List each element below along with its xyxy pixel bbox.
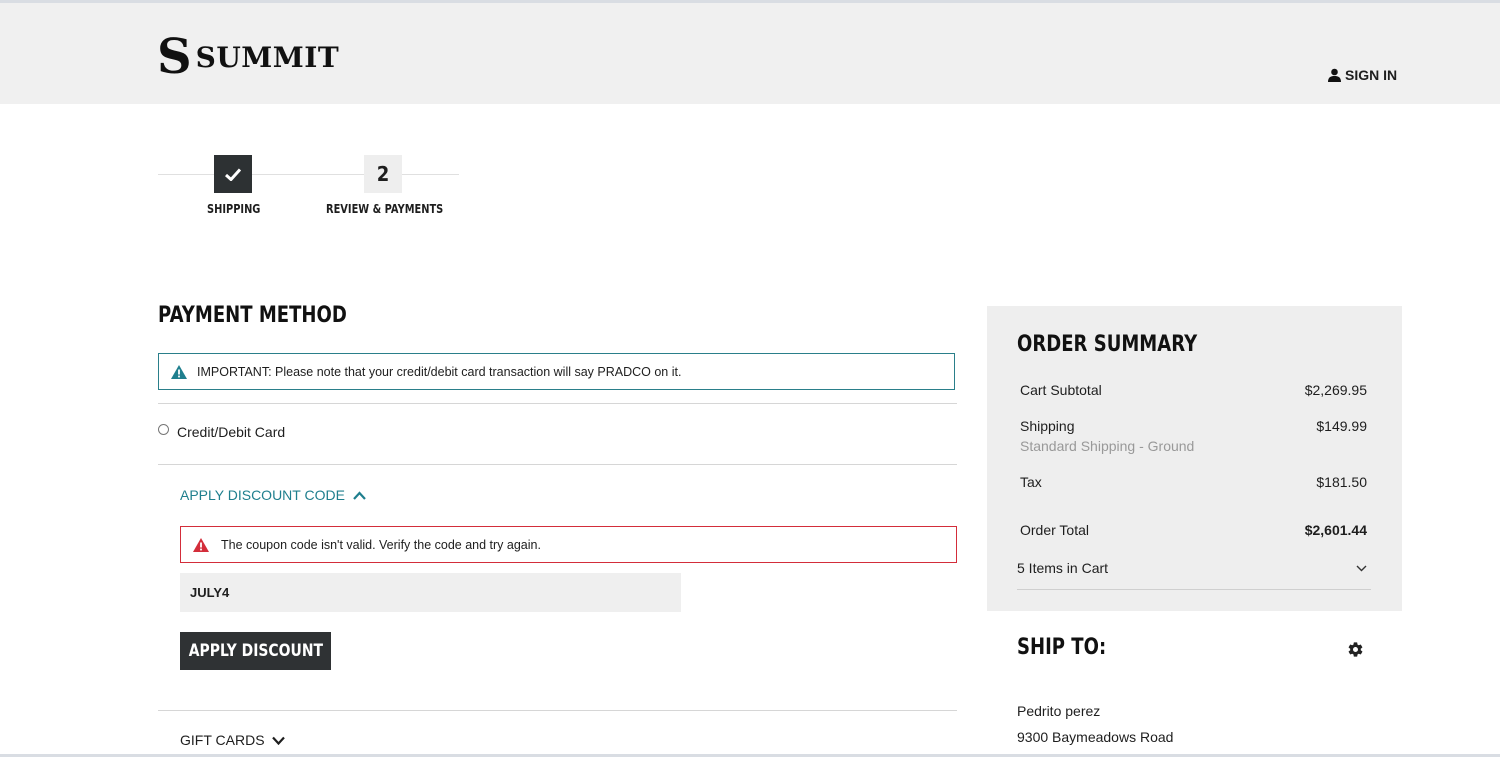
error-icon — [193, 537, 209, 552]
coupon-error-text: The coupon code isn't valid. Verify the … — [221, 537, 541, 552]
ship-to-name: Pedrito perez — [1017, 703, 1101, 719]
chevron-down-icon — [1356, 565, 1367, 571]
divider — [158, 710, 957, 711]
user-icon — [1328, 68, 1341, 82]
important-notice-text: IMPORTANT: Please note that your credit/… — [197, 364, 682, 379]
gift-cards-toggle[interactable]: GIFT CARDS — [180, 732, 285, 748]
payment-method-title: PAYMENT METHOD — [158, 303, 347, 328]
ship-to-street: 9300 Baymeadows Road — [1017, 729, 1174, 745]
items-in-cart-label: 5 Items in Cart — [1017, 560, 1109, 576]
ship-to-title: SHIP TO: — [1017, 635, 1107, 660]
apply-discount-button[interactable]: APPLY DISCOUNT — [180, 632, 331, 670]
apply-discount-button-label: APPLY DISCOUNT — [188, 641, 323, 661]
apply-discount-toggle[interactable]: APPLY DISCOUNT CODE — [180, 487, 366, 503]
shipping-row: Shipping $149.99 — [1020, 418, 1367, 434]
shipping-value: $149.99 — [1316, 418, 1367, 434]
checkmark-icon — [225, 167, 241, 181]
progress-line — [158, 174, 459, 175]
divider — [158, 403, 957, 404]
shipping-label: Shipping — [1020, 418, 1075, 434]
shipping-method: Standard Shipping - Ground — [1020, 438, 1195, 454]
logo-text: SUMMIT — [195, 40, 340, 74]
chevron-up-icon — [353, 490, 366, 500]
order-summary-title: ORDER SUMMARY — [1017, 332, 1198, 357]
gift-cards-label: GIFT CARDS — [180, 732, 265, 748]
divider — [158, 464, 957, 465]
order-total-value: $2,601.44 — [1304, 522, 1367, 538]
cart-subtotal-label: Cart Subtotal — [1020, 382, 1102, 398]
important-notice: IMPORTANT: Please note that your credit/… — [158, 353, 955, 390]
sign-in-link[interactable]: SIGN IN — [1328, 67, 1397, 83]
tax-value: $181.50 — [1316, 474, 1367, 490]
warning-icon — [171, 364, 187, 379]
sign-in-label: SIGN IN — [1345, 67, 1398, 83]
site-header: S SUMMIT SIGN IN — [0, 3, 1500, 104]
summary-divider — [1017, 589, 1371, 590]
chevron-down-icon — [271, 736, 285, 745]
cart-subtotal-row: Cart Subtotal $2,269.95 — [1020, 382, 1367, 398]
cart-subtotal-value: $2,269.95 — [1304, 382, 1367, 398]
step-review-indicator: 2 — [364, 155, 402, 193]
summit-logo[interactable]: S SUMMIT — [157, 33, 339, 81]
tax-row: Tax $181.50 — [1020, 474, 1367, 490]
order-total-label: Order Total — [1020, 522, 1089, 538]
step-shipping-indicator[interactable] — [214, 155, 252, 193]
items-in-cart-toggle[interactable]: 5 Items in Cart — [1017, 560, 1367, 576]
step-shipping-label[interactable]: SHIPPING — [207, 202, 260, 216]
discount-code-input[interactable] — [180, 573, 681, 612]
gear-icon[interactable] — [1347, 641, 1364, 658]
coupon-error-message: The coupon code isn't valid. Verify the … — [180, 526, 957, 563]
order-total-row: Order Total $2,601.44 — [1020, 522, 1367, 538]
apply-discount-toggle-label: APPLY DISCOUNT CODE — [180, 487, 345, 503]
logo-mark: S — [157, 29, 192, 85]
tax-label: Tax — [1020, 474, 1042, 490]
credit-card-radio[interactable] — [158, 423, 169, 435]
credit-card-option[interactable]: Credit/Debit Card — [158, 423, 286, 440]
step-review-label: REVIEW & PAYMENTS — [326, 202, 444, 216]
credit-card-label: Credit/Debit Card — [177, 424, 286, 440]
